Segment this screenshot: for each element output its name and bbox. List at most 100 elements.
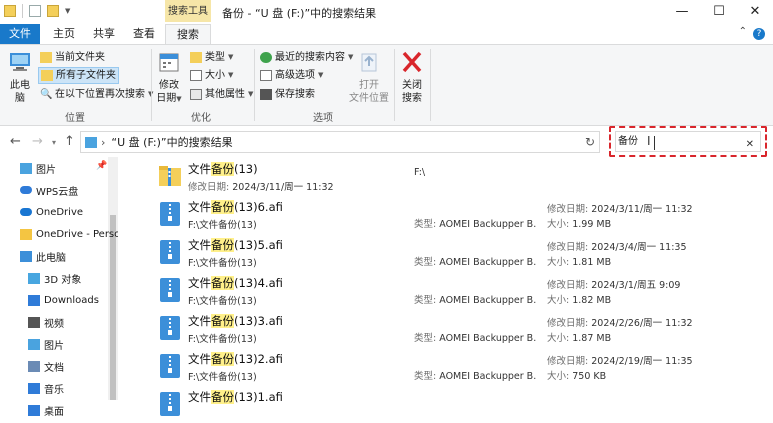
videos-icon bbox=[28, 316, 40, 328]
search-match-highlight: 备份 bbox=[211, 352, 234, 366]
file-name: 文件备份(13)3.afi bbox=[188, 313, 283, 329]
nav-item[interactable]: Downloads bbox=[0, 289, 118, 311]
file-size: 大小: 1.82 MB bbox=[547, 292, 611, 306]
this-pc-button[interactable]: 此电 脑 bbox=[6, 51, 34, 105]
file-type-label: 类型: bbox=[414, 257, 440, 268]
tab-file[interactable]: 文件 bbox=[0, 24, 40, 44]
maximize-button[interactable]: ☐ bbox=[701, 0, 737, 24]
search-match-highlight: 备份 bbox=[211, 276, 234, 290]
properties-icon[interactable] bbox=[29, 5, 41, 17]
tab-search[interactable]: 搜索 bbox=[165, 24, 211, 44]
nav-item-label: 此电脑 bbox=[36, 252, 66, 264]
nav-item[interactable]: 此电脑 bbox=[0, 245, 118, 267]
file-size: 大小: 1.81 MB bbox=[547, 254, 611, 268]
close-button[interactable]: ✕ bbox=[737, 0, 773, 24]
forward-button[interactable]: → bbox=[32, 134, 43, 149]
close-icon bbox=[402, 51, 422, 73]
search-match-highlight: 备份 bbox=[218, 258, 238, 269]
tab-view[interactable]: 查看 bbox=[126, 24, 162, 44]
file-row[interactable]: 文件备份(13)6.afi F:\文件备份(13) 类型: AOMEI Backup… bbox=[136, 195, 773, 233]
clear-search-button[interactable]: ✕ bbox=[746, 135, 754, 154]
file-date-label: 修改日期: bbox=[547, 204, 592, 215]
save-search-button[interactable]: 保存搜索 bbox=[258, 86, 317, 103]
file-type: 类型: AOMEI Backupper B... bbox=[414, 292, 536, 306]
file-path-part: F:\文件 bbox=[188, 334, 219, 345]
tab-home[interactable]: 主页 bbox=[46, 24, 82, 44]
divider bbox=[394, 49, 395, 121]
file-row[interactable]: 文件备份(13)5.afi F:\文件备份(13) 类型: AOMEI Backup… bbox=[136, 233, 773, 271]
other-properties-button[interactable]: 其他属性 ▼ bbox=[188, 86, 255, 103]
up-button[interactable]: ↑ bbox=[64, 134, 75, 149]
file-type-label: 类型: bbox=[414, 371, 440, 382]
file-date-value: 2024/3/4/周一 11:35 bbox=[591, 242, 687, 253]
file-type: 类型: AOMEI Backupper B... bbox=[414, 216, 536, 230]
ribbon-tabs: 文件 主页 共享 查看 搜索 ⌃ ? bbox=[0, 24, 773, 44]
file-row[interactable]: 文件备份(13)3.afi F:\文件备份(13) 类型: AOMEI Backup… bbox=[136, 309, 773, 347]
search-input[interactable]: 备份 ✕ bbox=[615, 131, 761, 152]
navigation-pane: 📌 图片WPS云盘OneDriveOneDrive - Personal此电脑3… bbox=[0, 157, 118, 418]
file-name-part: (13) bbox=[234, 162, 258, 176]
size-button[interactable]: 大小 ▼ bbox=[188, 67, 235, 84]
file-type: 类型: AOMEI Backupper B... bbox=[414, 330, 536, 344]
refresh-button[interactable]: ↻ bbox=[580, 131, 600, 153]
collapse-ribbon-icon[interactable]: ⌃ bbox=[739, 26, 747, 37]
nav-item-label: 文档 bbox=[44, 362, 64, 374]
download-icon bbox=[28, 294, 40, 306]
nav-item[interactable]: OneDrive - Personal bbox=[0, 223, 118, 245]
file-row[interactable]: 文件备份(13)2.afi F:\文件备份(13) 类型: AOMEI Backup… bbox=[136, 347, 773, 385]
afi-file-icon bbox=[160, 316, 180, 340]
file-path-part: F:\文件 bbox=[188, 258, 219, 269]
advanced-options-icon bbox=[260, 70, 272, 81]
nav-item[interactable]: 音乐 bbox=[0, 377, 118, 399]
type-icon bbox=[190, 52, 202, 63]
file-type: 类型: AOMEI Backupper B... bbox=[414, 368, 536, 382]
search-again-button[interactable]: 🔍在以下位置再次搜索▼ bbox=[38, 86, 155, 103]
search-highlight-frame: 备份 ✕ bbox=[609, 126, 767, 157]
current-folder-button[interactable]: 当前文件夹 bbox=[38, 49, 107, 66]
help-icon[interactable]: ? bbox=[753, 28, 765, 40]
pictures-icon bbox=[28, 338, 40, 350]
nav-item[interactable]: 图片 bbox=[0, 157, 118, 179]
file-date: 修改日期: 2024/2/19/周一 11:35 bbox=[547, 353, 693, 367]
file-row[interactable]: 文件备份(13) 修改日期: 2024/3/11/周一 11:32 F:\ bbox=[136, 157, 773, 195]
nav-item[interactable]: WPS云盘 bbox=[0, 179, 118, 201]
nav-item[interactable]: 3D 对象 bbox=[0, 267, 118, 289]
file-row[interactable]: 文件备份(13)4.afi F:\文件备份(13) 类型: AOMEI Backup… bbox=[136, 271, 773, 309]
search-results-list: 文件备份(13) 修改日期: 2024/3/11/周一 11:32 F:\ 文件备份(… bbox=[136, 157, 773, 416]
file-size-value: 1.99 MB bbox=[572, 219, 612, 230]
nav-item[interactable]: OneDrive bbox=[0, 201, 118, 223]
afi-file-icon bbox=[160, 392, 180, 416]
file-size-label: 大小: bbox=[547, 219, 573, 230]
minimize-button[interactable]: — bbox=[664, 0, 700, 24]
back-button[interactable]: ← bbox=[10, 134, 21, 149]
nav-item[interactable]: 图片 bbox=[0, 333, 118, 355]
search-match-highlight: 备份 bbox=[211, 238, 234, 252]
advanced-options-button[interactable]: 高级选项 ▼ bbox=[258, 67, 325, 84]
nav-item[interactable]: 桌面 bbox=[0, 399, 118, 421]
nav-item[interactable]: 视频 bbox=[0, 311, 118, 333]
file-type-label: 类型: bbox=[414, 333, 440, 344]
search-match-highlight: 备份 bbox=[211, 200, 234, 214]
new-folder-icon[interactable] bbox=[47, 5, 59, 17]
address-bar[interactable]: › “U 盘 (F:)”中的搜索结果 bbox=[80, 131, 600, 153]
file-date-value: 2024/3/1/周五 9:09 bbox=[591, 280, 681, 291]
recent-searches-button[interactable]: 最近的搜索内容 ▼ bbox=[258, 49, 355, 66]
options-group-label: 选项 bbox=[313, 113, 333, 124]
all-subfolders-button[interactable]: 所有子文件夹 bbox=[38, 67, 119, 84]
chevron-down-icon[interactable]: ▼ bbox=[65, 7, 70, 15]
computer-icon bbox=[20, 250, 32, 262]
recent-locations-icon[interactable]: ▾ bbox=[52, 138, 56, 147]
cloud-icon bbox=[20, 186, 32, 194]
file-path-part: F:\文件 bbox=[188, 220, 219, 231]
modified-date-button[interactable]: 修改 日期▼ bbox=[154, 51, 184, 106]
type-button[interactable]: 类型 ▼ bbox=[188, 49, 235, 66]
close-search-button[interactable]: 关闭 搜索 bbox=[398, 51, 426, 105]
file-row[interactable]: 文件备份(13)1.afi bbox=[136, 385, 773, 423]
tab-share[interactable]: 共享 bbox=[86, 24, 122, 44]
search-match-highlight: 备份 bbox=[211, 314, 234, 328]
folder-icon[interactable] bbox=[4, 5, 16, 17]
nav-item[interactable]: 文档 bbox=[0, 355, 118, 377]
afi-file-icon bbox=[160, 354, 180, 378]
onedrive-icon bbox=[20, 208, 32, 216]
open-file-location-button[interactable]: 打开 文件位置 bbox=[348, 51, 390, 105]
